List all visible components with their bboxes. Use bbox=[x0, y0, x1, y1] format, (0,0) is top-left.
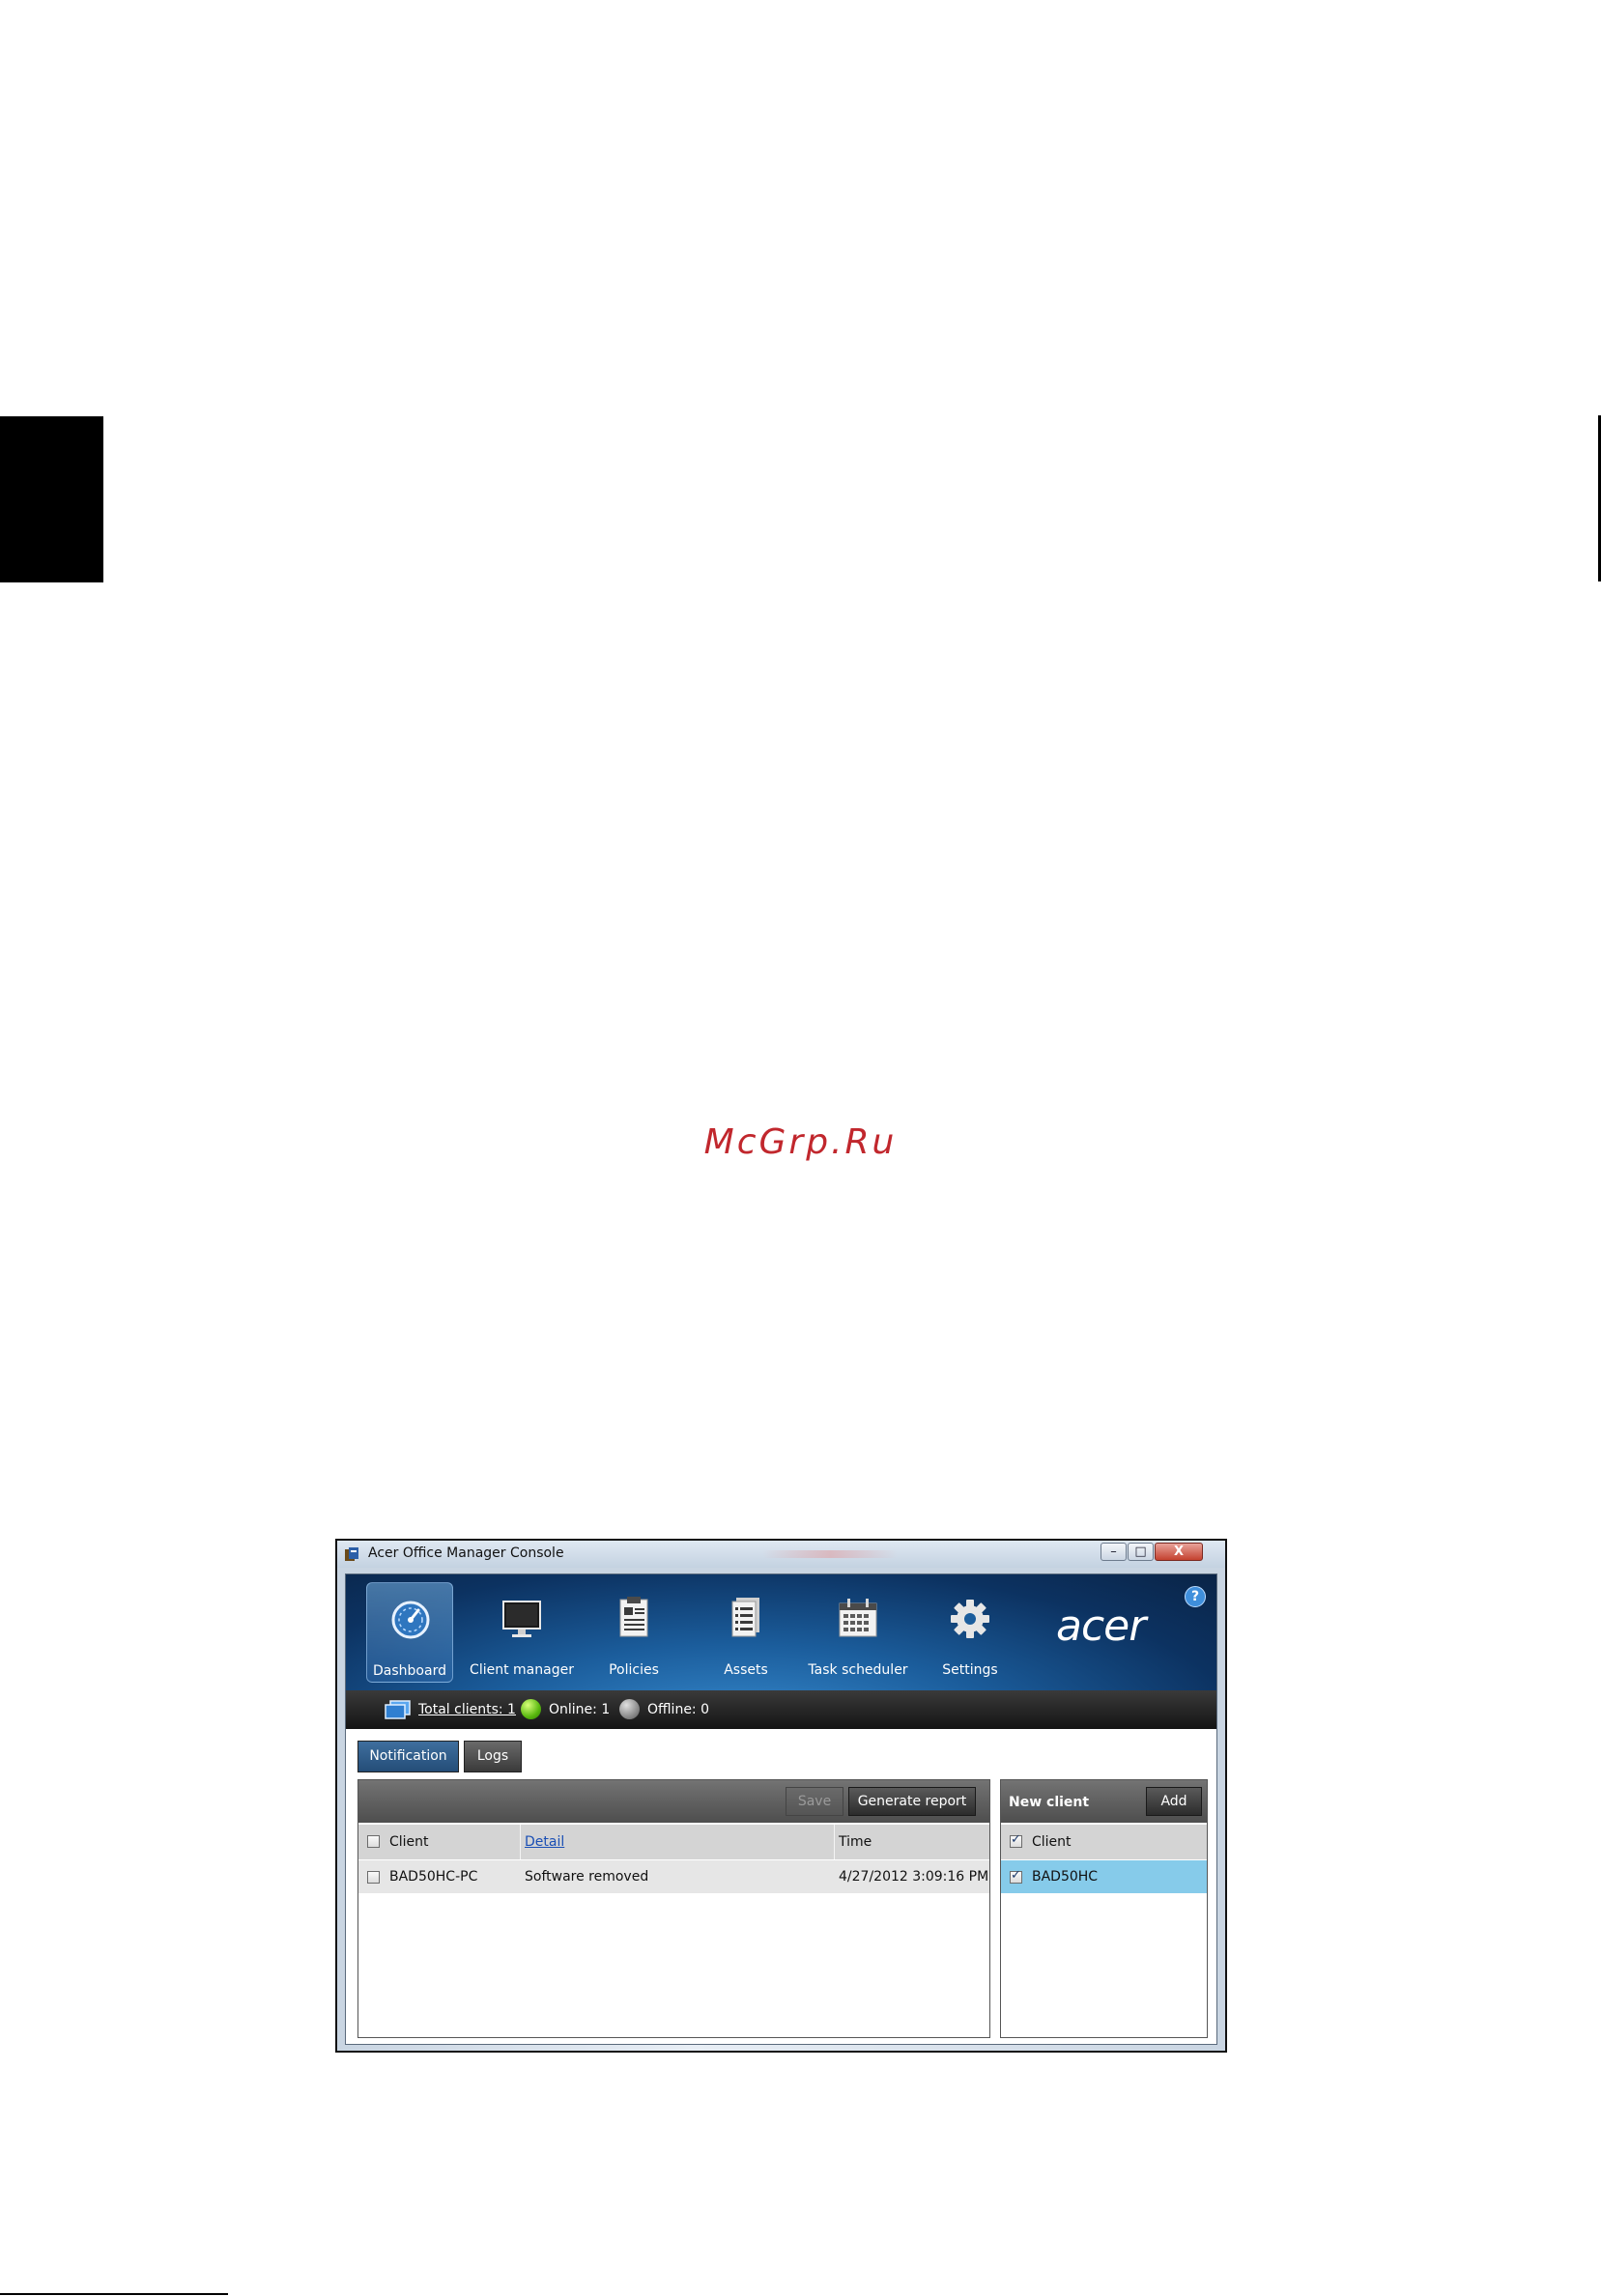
new-client-checkbox[interactable] bbox=[1010, 1868, 1022, 1884]
offline-count: Offline: 0 bbox=[647, 1702, 710, 1717]
notification-panel: Save Generate report Client Detail Time … bbox=[357, 1779, 990, 2038]
calendar-icon bbox=[839, 1599, 877, 1637]
table-header: Client Detail Time bbox=[358, 1825, 989, 1859]
tab-logs[interactable]: Logs bbox=[464, 1741, 522, 1772]
nav-dashboard[interactable]: Dashboard bbox=[366, 1582, 453, 1683]
new-client-title: New client bbox=[1009, 1795, 1090, 1810]
monitor-icon bbox=[502, 1601, 541, 1637]
tab-notification[interactable]: Notification bbox=[357, 1741, 459, 1772]
nav-label-task-scheduler: Task scheduler bbox=[808, 1662, 908, 1678]
status-bar: Total clients: 1 Online: 1 Offline: 0 bbox=[346, 1690, 1216, 1729]
help-icon[interactable]: ? bbox=[1185, 1586, 1206, 1607]
column-divider bbox=[834, 1825, 835, 1859]
row-checkbox[interactable] bbox=[367, 1871, 380, 1884]
minimize-icon: – bbox=[1110, 1545, 1117, 1559]
title-blur bbox=[762, 1550, 898, 1558]
window-content: Dashboard Client manager Policies Assets… bbox=[345, 1573, 1217, 2045]
generate-report-button[interactable]: Generate report bbox=[848, 1787, 976, 1816]
column-divider bbox=[520, 1825, 521, 1859]
column-detail[interactable]: Detail bbox=[525, 1825, 564, 1859]
page-bottom-rule bbox=[0, 2293, 228, 2295]
nav-settings[interactable]: Settings bbox=[927, 1582, 1014, 1683]
add-button[interactable]: Add bbox=[1146, 1787, 1202, 1816]
new-client-toolbar: New client Add bbox=[1001, 1780, 1207, 1823]
new-client-select-all-checkbox[interactable] bbox=[1010, 1832, 1022, 1848]
select-all-checkbox[interactable] bbox=[367, 1835, 380, 1848]
window-title: Acer Office Manager Console bbox=[368, 1545, 564, 1561]
minimize-button[interactable]: – bbox=[1101, 1543, 1127, 1561]
row-detail: Software removed bbox=[525, 1869, 649, 1885]
dashboard-gauge-icon bbox=[391, 1601, 430, 1639]
new-client-panel: New client Add Client BAD50HC bbox=[1000, 1779, 1208, 2038]
new-client-name: BAD50HC bbox=[1032, 1869, 1099, 1885]
new-client-column-client[interactable]: Client bbox=[1032, 1825, 1072, 1859]
close-button[interactable]: X bbox=[1155, 1543, 1203, 1561]
nav-banner: Dashboard Client manager Policies Assets… bbox=[346, 1574, 1216, 1690]
online-count: Online: 1 bbox=[549, 1702, 611, 1717]
nav-client-manager[interactable]: Client manager bbox=[470, 1582, 574, 1683]
nav-assets[interactable]: Assets bbox=[702, 1582, 789, 1683]
new-client-header: Client bbox=[1001, 1825, 1207, 1859]
nav-label-settings: Settings bbox=[942, 1662, 998, 1678]
nav-label-assets: Assets bbox=[724, 1662, 768, 1678]
clipboard-icon bbox=[619, 1597, 648, 1637]
maximize-button[interactable]: □ bbox=[1128, 1543, 1154, 1561]
page-side-tab bbox=[0, 416, 103, 582]
notification-toolbar: Save Generate report bbox=[358, 1780, 989, 1823]
app-icon bbox=[345, 1547, 358, 1561]
close-icon: X bbox=[1173, 1545, 1185, 1559]
gear-icon bbox=[951, 1600, 989, 1638]
nav-task-scheduler[interactable]: Task scheduler bbox=[808, 1582, 908, 1683]
nav-policies[interactable]: Policies bbox=[590, 1582, 677, 1683]
window-bottom-edge bbox=[337, 2045, 1225, 2051]
maximize-icon: □ bbox=[1134, 1545, 1147, 1559]
column-client[interactable]: Client bbox=[389, 1825, 429, 1859]
table-row[interactable]: BAD50HC-PC Software removed 4/27/2012 3:… bbox=[358, 1860, 989, 1893]
nav-label-dashboard: Dashboard bbox=[373, 1663, 446, 1679]
watermark: McGrp.Ru bbox=[703, 1122, 898, 1162]
title-bar[interactable]: Acer Office Manager Console – □ X bbox=[337, 1541, 1225, 1568]
save-button[interactable]: Save bbox=[786, 1787, 843, 1816]
document-list-icon bbox=[731, 1598, 759, 1637]
nav-label-client-manager: Client manager bbox=[470, 1662, 574, 1678]
offline-status-icon bbox=[619, 1699, 640, 1719]
nav-label-policies: Policies bbox=[609, 1662, 659, 1678]
total-clients-link[interactable]: Total clients: 1 bbox=[418, 1702, 516, 1717]
online-status-icon bbox=[521, 1699, 541, 1719]
clients-monitor-icon bbox=[385, 1700, 411, 1719]
column-time[interactable]: Time bbox=[839, 1825, 872, 1859]
row-time: 4/27/2012 3:09:16 PM bbox=[839, 1869, 989, 1885]
row-client: BAD50HC-PC bbox=[389, 1869, 478, 1885]
app-window: Acer Office Manager Console – □ X Dashbo… bbox=[335, 1539, 1227, 2053]
list-item[interactable]: BAD50HC bbox=[1001, 1860, 1207, 1893]
acer-logo: acer bbox=[1056, 1602, 1146, 1651]
